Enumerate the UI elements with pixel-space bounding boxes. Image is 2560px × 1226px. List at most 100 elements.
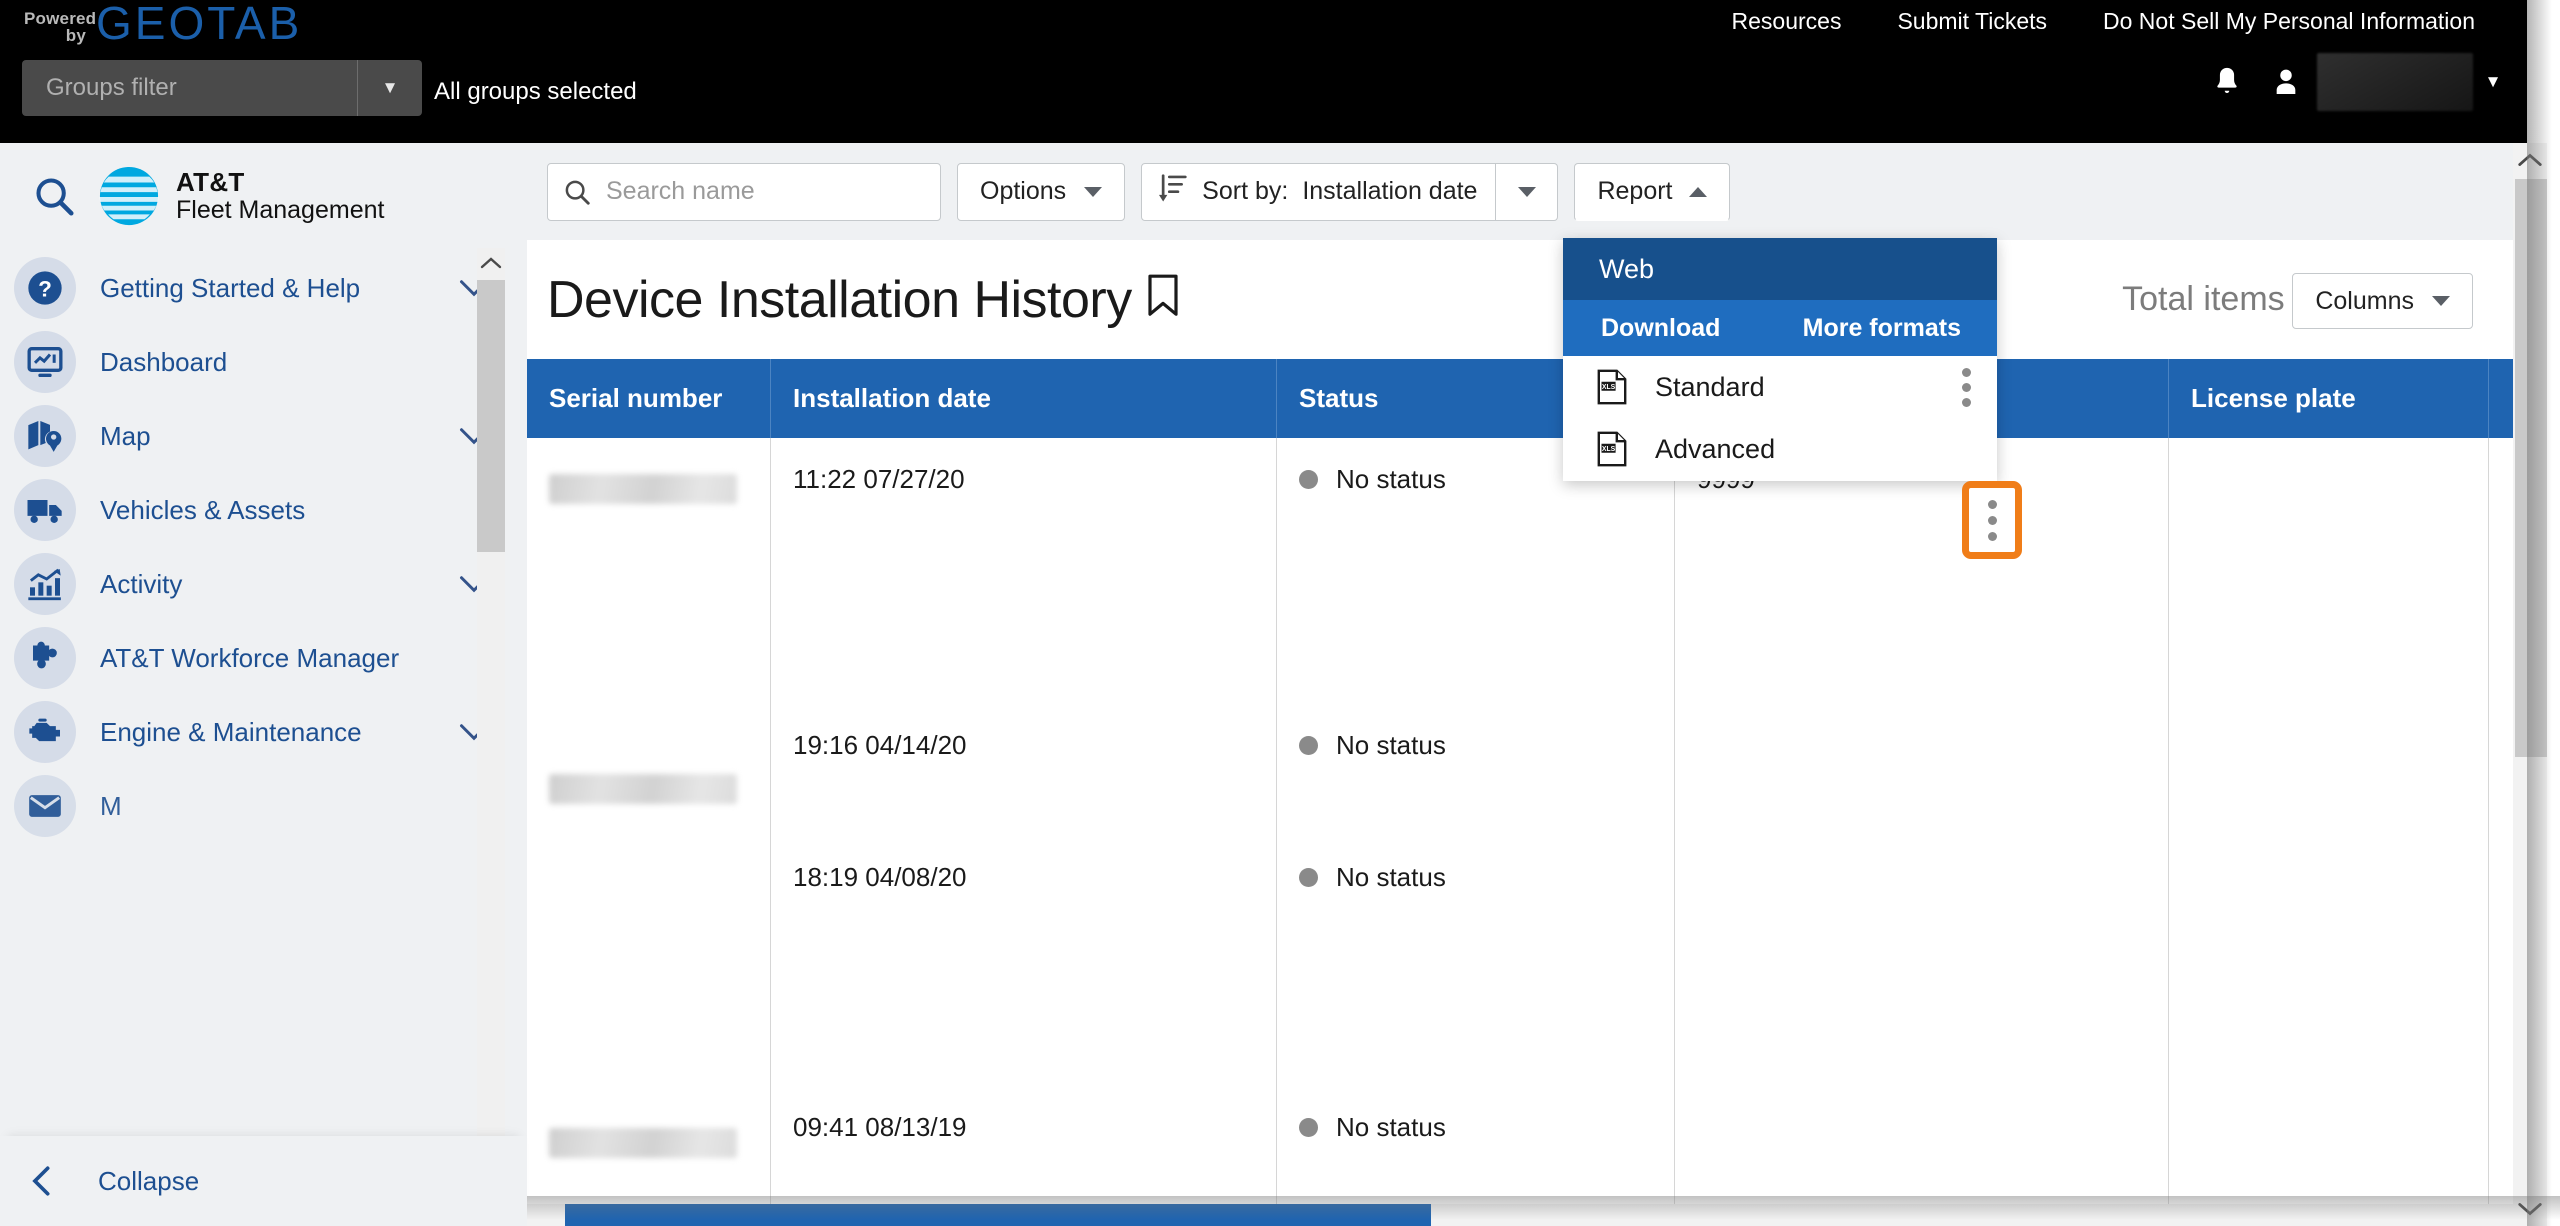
cell-name (1675, 704, 2169, 836)
data-table: Serial number Installation date Status N… (527, 359, 2513, 1226)
top-right-controls: ▼ (2197, 52, 2513, 112)
chevron-down-icon (1517, 186, 1536, 197)
chevron-down-icon (1084, 186, 1103, 197)
chevron-up-icon (1688, 186, 1707, 197)
notification-bell-icon[interactable] (2197, 52, 2257, 112)
page-title: Device Installation History (547, 270, 1180, 330)
sidebar-item-map[interactable]: Map (0, 402, 505, 470)
more-options-icon[interactable] (1959, 367, 1973, 407)
menu-item-advanced[interactable]: XLS Advanced (1563, 418, 1997, 480)
sort-by-value: Installation date (1302, 177, 1478, 205)
report-button[interactable]: Report (1574, 162, 1730, 221)
chevron-down-icon[interactable]: ▼ (358, 78, 422, 98)
columns-button[interactable]: Columns (2292, 273, 2473, 329)
menu-item-label: Web (1599, 253, 1655, 284)
cell-installation-date: 19:16 04/14/20 (771, 704, 1277, 836)
sort-descending-icon (1158, 172, 1188, 211)
sidebar-header: AT&T Fleet Management (0, 143, 527, 248)
dot (1987, 499, 1997, 509)
table-row[interactable]: 18:19 04/08/20 No status (527, 836, 2513, 1076)
window-edge-shadow-right (2527, 0, 2560, 1226)
map-pin-icon (14, 405, 76, 467)
cell-license-plate (2169, 704, 2489, 836)
menu-item-standard[interactable]: XLS Standard (1563, 356, 1997, 418)
menu-item-label: Standard (1655, 371, 1765, 402)
serial-number-redacted (549, 774, 737, 804)
truck-icon (14, 479, 76, 541)
dot (1961, 382, 1971, 392)
cell-installation-date: 18:19 04/08/20 (771, 836, 1277, 1076)
advanced-more-options-highlighted[interactable] (1962, 481, 2022, 559)
sidebar-scrollbar[interactable] (477, 248, 505, 1183)
cell-installation-date: 11:22 07/27/20 (771, 438, 1277, 704)
question-mark-icon: ? (14, 257, 76, 319)
cell-status: No status (1277, 704, 1675, 836)
engine-icon (14, 701, 76, 763)
sidebar-item-vehicles-assets[interactable]: Vehicles & Assets (0, 476, 505, 544)
sidebar-item-engine-maintenance[interactable]: Engine & Maintenance (0, 698, 505, 766)
main-content-area: Search name Options Sort by: Installatio… (527, 143, 2513, 1226)
status-indicator-dot (1299, 1118, 1318, 1137)
search-icon (562, 177, 592, 207)
sidebar-scrollbar-thumb[interactable] (477, 280, 505, 552)
search-input[interactable]: Search name (547, 162, 941, 221)
envelope-icon (14, 775, 76, 837)
xls-file-icon: XLS (1597, 369, 1637, 405)
content-toolbar: Search name Options Sort by: Installatio… (527, 143, 2513, 240)
bar-chart-icon (14, 553, 76, 615)
top-header-bar: Powered by GEOTAB Groups filter ▼ All gr… (0, 0, 2527, 143)
link-submit-tickets[interactable]: Submit Tickets (1869, 8, 2075, 35)
collapse-sidebar-button[interactable]: Collapse (0, 1136, 527, 1226)
user-avatar-icon[interactable] (2257, 52, 2315, 112)
att-logo-line2: Fleet Management (176, 195, 385, 224)
geotab-logo: GEOTAB (96, 0, 303, 49)
report-label: Report (1597, 177, 1673, 205)
status-label: No status (1336, 1112, 1446, 1142)
column-header-serial-number[interactable]: Serial number (527, 359, 771, 438)
menu-item-web[interactable]: Web (1563, 238, 1997, 300)
att-fleet-logo: AT&T Fleet Management (98, 165, 384, 227)
sidebar-nav-list: ? Getting Started & Help Dashboard Map V… (0, 248, 505, 1068)
dot (1961, 397, 1971, 407)
sidebar-item-activity[interactable]: Activity (0, 550, 505, 618)
table-row[interactable]: 19:16 04/14/20 No status (527, 704, 2513, 836)
table-row[interactable]: 11:22 07/27/20 No status 9999 (527, 438, 2513, 704)
groups-filter-placeholder: Groups filter (46, 74, 177, 101)
sidebar-item-getting-started[interactable]: ? Getting Started & Help (0, 254, 505, 322)
column-header-installation-date[interactable]: Installation date (771, 359, 1277, 438)
scroll-up-arrow-icon[interactable] (477, 248, 505, 278)
status-indicator-dot (1299, 470, 1318, 489)
sort-direction-dropdown[interactable] (1496, 162, 1559, 221)
sort-by-button[interactable]: Sort by: Installation date (1141, 162, 1497, 221)
bookmark-icon[interactable] (1146, 270, 1180, 330)
att-globe-icon (99, 166, 159, 225)
sidebar-item-dashboard[interactable]: Dashboard (0, 328, 505, 396)
xls-file-icon: XLS (1597, 431, 1637, 467)
status-indicator-dot (1299, 868, 1318, 887)
options-button[interactable]: Options (957, 162, 1126, 221)
dot (1987, 515, 1997, 525)
sidebar-item-label: Vehicles & Assets (100, 494, 306, 525)
top-nav-links: Resources Submit Tickets Do Not Sell My … (1704, 8, 2503, 35)
link-do-not-sell[interactable]: Do Not Sell My Personal Information (2075, 8, 2503, 35)
collapse-label: Collapse (98, 1165, 200, 1196)
dot (1961, 367, 1971, 377)
search-icon[interactable] (0, 173, 98, 219)
chevron-left-icon (28, 1164, 78, 1198)
sidebar-fade-overlay (0, 1022, 505, 1068)
cell-license-plate (2169, 438, 2489, 704)
table-body: 11:22 07/27/20 No status 9999 19:16 04/1… (527, 438, 2513, 1226)
column-header-license-plate[interactable]: License plate (2169, 359, 2489, 438)
columns-label: Columns (2315, 286, 2414, 315)
more-formats-link[interactable]: More formats (1803, 314, 1997, 343)
cell-status: No status (1277, 836, 1675, 1076)
chevron-down-icon[interactable]: ▼ (2473, 72, 2513, 92)
link-resources[interactable]: Resources (1704, 8, 1870, 35)
cell-serial-number (527, 836, 771, 1076)
sidebar-item-partial-next[interactable]: M (0, 772, 505, 840)
total-items-count: Total items 5 (2122, 280, 2313, 318)
groups-filter-dropdown[interactable]: Groups filter ▼ (22, 60, 422, 116)
sidebar-item-workforce-manager[interactable]: AT&T Workforce Manager (0, 624, 505, 692)
cell-serial-number (527, 704, 771, 836)
left-sidebar: AT&T Fleet Management ? Getting Started … (0, 143, 527, 1226)
